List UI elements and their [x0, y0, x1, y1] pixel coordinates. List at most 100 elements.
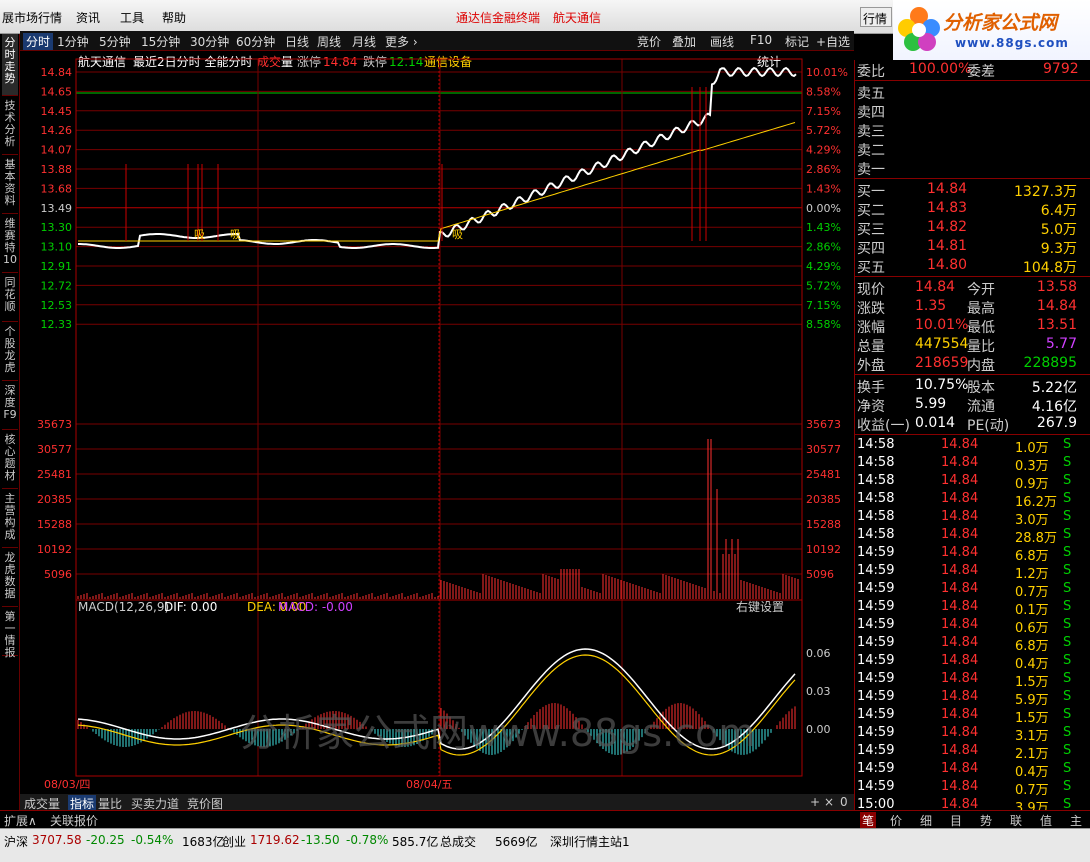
- quote-label: 现价: [857, 282, 885, 298]
- tick-row: 14:59 14.84 1.5万 S: [855, 670, 1081, 690]
- detail-tab-5[interactable]: 联: [1010, 812, 1022, 829]
- detail-tab-0[interactable]: 笔: [860, 812, 877, 829]
- fund-value: 10.75%: [915, 377, 969, 393]
- menu-news[interactable]: 资讯: [76, 9, 100, 26]
- side-tab-2[interactable]: 基本资料: [2, 156, 18, 214]
- buy-row[interactable]: 买三 14.82 5.0万: [855, 218, 1081, 238]
- tool-button-0[interactable]: 竞价: [637, 33, 661, 50]
- detail-tab-2[interactable]: 细: [920, 812, 932, 829]
- quote-label: 总量: [857, 339, 885, 355]
- buy-row[interactable]: 买五 14.80 104.8万: [855, 256, 1081, 276]
- tool-button-5[interactable]: +自选: [816, 33, 850, 50]
- tool-button-4[interactable]: 标记: [785, 33, 809, 50]
- price-tick: 13.88: [41, 163, 73, 176]
- tick-side: S: [1063, 563, 1072, 578]
- tool-button-1[interactable]: 叠加: [672, 33, 696, 50]
- chart-bg: [20, 51, 854, 794]
- period-tab-2[interactable]: 5分钟: [99, 33, 131, 50]
- fund-row: 净资 5.99 流通 4.16亿: [855, 395, 1081, 415]
- side-tab-3[interactable]: 维赛特10: [2, 215, 18, 273]
- vol-tick-right: 20385: [806, 493, 841, 506]
- server-name[interactable]: 深圳行情主站1: [550, 833, 630, 850]
- side-tab-1[interactable]: 技术分析: [2, 97, 18, 155]
- tick-time: 14:59: [857, 653, 895, 668]
- detail-tab-7[interactable]: 主: [1070, 812, 1082, 829]
- sell-label: 卖二: [857, 143, 885, 159]
- quote-button[interactable]: 行情: [860, 7, 892, 27]
- fund-row: 换手 10.75% 股本 5.22亿: [855, 376, 1081, 396]
- buy-row[interactable]: 买四 14.81 9.3万: [855, 237, 1081, 257]
- tick-time: 14:58: [857, 473, 895, 488]
- pct-tick: 8.58%: [806, 318, 841, 331]
- buy-row[interactable]: 买二 14.83 6.4万: [855, 199, 1081, 219]
- buy-price: 14.83: [927, 200, 968, 216]
- sell-row: 卖一: [855, 158, 1081, 178]
- tick-row: 14:59 14.84 5.9万 S: [855, 688, 1081, 708]
- pct-tick: 2.86%: [806, 163, 841, 176]
- period-tab-8[interactable]: 月线: [352, 33, 376, 50]
- vol-tick-right: 15288: [806, 518, 841, 531]
- buy-price: 14.80: [927, 257, 968, 273]
- tick-time: 14:59: [857, 581, 895, 596]
- period-tab-4[interactable]: 30分钟: [190, 33, 229, 50]
- tick-row: 14:59 14.84 0.6万 S: [855, 616, 1081, 636]
- detail-tab-1[interactable]: 价: [890, 812, 902, 829]
- expand-button[interactable]: 扩展∧: [4, 812, 37, 829]
- period-tab-6[interactable]: 日线: [285, 33, 309, 50]
- buy-label: 买五: [857, 260, 885, 276]
- sell-row: 卖三: [855, 120, 1081, 140]
- price-tick: 12.72: [41, 279, 73, 292]
- tick-price: 14.84: [941, 653, 979, 668]
- detail-tab-6[interactable]: 值: [1040, 812, 1052, 829]
- cy-amount: 585.7亿: [392, 835, 439, 849]
- buy-volume: 9.3万: [1040, 241, 1077, 257]
- period-tab-0[interactable]: 分时: [23, 33, 54, 50]
- tick-row: 14:58 14.84 28.8万 S: [855, 526, 1081, 546]
- side-tab-6[interactable]: 深度F9: [2, 382, 18, 430]
- side-tab-10[interactable]: 第一情报: [2, 608, 18, 659]
- period-tab-3[interactable]: 15分钟: [141, 33, 180, 50]
- tick-price: 14.84: [941, 563, 979, 578]
- buy-row[interactable]: 买一 14.84 1327.3万: [855, 180, 1081, 200]
- tick-time: 14:59: [857, 563, 895, 578]
- quote-value: 1.35: [915, 298, 947, 314]
- tool-button-3[interactable]: F10: [750, 33, 772, 47]
- side-tab-5[interactable]: 个股龙虎: [2, 323, 18, 381]
- side-tab-0[interactable]: 分时走势: [2, 34, 18, 96]
- detail-tab-4[interactable]: 势: [980, 812, 992, 829]
- indicator-ctrl-2[interactable]: 0: [840, 795, 848, 809]
- chart-area: 航天通信 最近2日分时 全能分时 成交量涨停 14.84 跌停 12.14 通信设备 统计 14…: [20, 51, 854, 794]
- tick-time: 14:59: [857, 761, 895, 776]
- menu-help[interactable]: 帮助: [162, 9, 186, 26]
- tool-button-2[interactable]: 画线: [710, 33, 734, 50]
- side-tab-8[interactable]: 主营构成: [2, 490, 18, 548]
- period-toolbar: 分时 1分钟 5分钟 15分钟 30分钟 60分钟 日线 周线 月线 更多 › 竞价 叠加 画线 F10 标…: [20, 31, 854, 51]
- tick-side: S: [1063, 635, 1072, 650]
- side-tab-7[interactable]: 核心题材: [2, 431, 18, 489]
- fund-label: PE(动): [967, 418, 1010, 434]
- tick-price: 14.84: [941, 581, 979, 596]
- period-tab-9[interactable]: 更多 ›: [385, 33, 418, 50]
- macd-tick: 0.03: [806, 685, 831, 698]
- tick-row: 14:58 14.84 1.0万 S: [855, 436, 1081, 456]
- menu-market[interactable]: 展市场行情: [2, 9, 62, 26]
- vol-tick: 10192: [37, 543, 72, 556]
- pct-tick: 2.86%: [806, 241, 841, 254]
- indicator-ctrl-1[interactable]: ×: [824, 795, 834, 809]
- indicator-ctrl-0[interactable]: +: [810, 795, 820, 809]
- period-tab-7[interactable]: 周线: [317, 33, 341, 50]
- tick-price: 14.84: [941, 725, 979, 740]
- pct-tick: 7.15%: [806, 105, 841, 118]
- period-tab-1[interactable]: 1分钟: [57, 33, 89, 50]
- tick-side: S: [1063, 779, 1072, 794]
- side-tab-4[interactable]: 同花顺: [2, 274, 18, 322]
- expand-bar: 扩展∧ 关联报价: [0, 810, 854, 828]
- detail-tab-3[interactable]: 目: [950, 812, 962, 829]
- weibi-value: 100.00%: [909, 61, 972, 77]
- sh-amount: 1683亿: [182, 835, 225, 849]
- side-tab-9[interactable]: 龙虎数据: [2, 549, 18, 607]
- period-tab-5[interactable]: 60分钟: [236, 33, 275, 50]
- menu-tools[interactable]: 工具: [120, 9, 144, 26]
- related-quote-button[interactable]: 关联报价: [50, 812, 98, 829]
- fund-value: 4.16亿: [1031, 399, 1077, 415]
